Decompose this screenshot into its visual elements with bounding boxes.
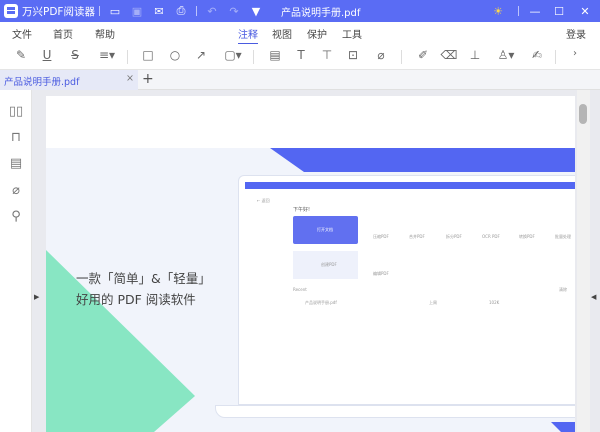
mock-greeting: 下午好! bbox=[293, 207, 311, 213]
folder-icon[interactable]: ▭ bbox=[104, 5, 126, 18]
dropdown-icon[interactable]: ▼ bbox=[245, 5, 267, 18]
expand-panel-icon[interactable]: ▶ bbox=[34, 293, 39, 301]
document-title: 产品说明手册.pdf bbox=[280, 7, 361, 19]
mock-tool: 拆分PDF bbox=[446, 234, 462, 239]
highlight-icon[interactable]: ✎ bbox=[12, 48, 30, 62]
underline-icon[interactable]: U bbox=[38, 48, 56, 62]
line-style-icon[interactable]: ≡▾ bbox=[94, 48, 120, 62]
laptop-base bbox=[215, 405, 575, 418]
mock-tool: OCR PDF bbox=[482, 234, 500, 239]
comment-icon[interactable]: ▤ bbox=[266, 48, 284, 62]
theme-sun-icon[interactable]: ☀ bbox=[487, 5, 509, 18]
mock-create: 创建PDF bbox=[321, 262, 337, 267]
app-logo-icon bbox=[4, 4, 18, 18]
app-name: 万兴PDF阅读器 bbox=[22, 5, 95, 18]
mock-open: 打开文档 bbox=[317, 227, 333, 232]
tab-view[interactable]: 视图 bbox=[272, 26, 292, 41]
rectangle-icon[interactable]: □ bbox=[139, 48, 157, 62]
eraser-icon[interactable]: ⌫ bbox=[440, 48, 458, 62]
menu-home[interactable]: 首页 bbox=[53, 26, 73, 41]
document-tab-bar: 产品说明手册.pdf × + bbox=[0, 70, 600, 90]
annotation-toolbar: ✎ U S ≡▾ □ ○ ↗ ▢▾ ▤ T ⊤ ⊡ ⌀ ✐ ⌫ ⊥ ♙▾ ✍ › bbox=[0, 44, 600, 70]
arrow-icon[interactable]: ↗ bbox=[192, 48, 210, 62]
search-icon[interactable]: ⚲ bbox=[8, 209, 24, 224]
menu-file[interactable]: 文件 bbox=[12, 26, 32, 41]
menu-bar: 文件 首页 帮助 注释 视图 保护 工具 登录 bbox=[0, 22, 600, 45]
undo-icon[interactable]: ↶ bbox=[201, 5, 223, 18]
attachment-icon[interactable]: ⌀ bbox=[372, 48, 390, 62]
thumbnails-icon[interactable]: ▯▯ bbox=[8, 104, 24, 119]
tab-tools[interactable]: 工具 bbox=[342, 26, 362, 41]
mock-tool: 合并PDF bbox=[409, 234, 425, 239]
mock-edit: 编辑PDF bbox=[373, 271, 389, 276]
title-bar: 万兴PDF阅读器 ▭ ▣ ✉ ⎙ ↶ ↷ ▼ 产品说明手册.pdf ☀ — ☐ … bbox=[0, 0, 600, 22]
textbox-icon[interactable]: ⊤ bbox=[318, 48, 336, 62]
left-sidebar: ▯▯ ⊓ ▤ ⌀ ⚲ bbox=[0, 90, 32, 432]
mail-icon[interactable]: ✉ bbox=[148, 5, 170, 18]
add-tab-icon[interactable]: + bbox=[142, 71, 154, 87]
more-tools-icon[interactable]: › bbox=[566, 48, 584, 59]
tab-protect[interactable]: 保护 bbox=[307, 26, 327, 41]
mock-recent: Recent bbox=[293, 287, 307, 292]
mock-tool: 转换PDF bbox=[519, 234, 535, 239]
text-icon[interactable]: T bbox=[292, 48, 310, 62]
comments-icon[interactable]: ▤ bbox=[8, 156, 24, 171]
mock-clear: 清除 bbox=[559, 287, 567, 292]
signature-icon[interactable]: ♙▾ bbox=[494, 48, 518, 62]
blue-shape bbox=[270, 148, 575, 172]
login-button[interactable]: 登录 bbox=[566, 26, 586, 41]
scrollbar-thumb[interactable] bbox=[579, 104, 587, 124]
print-icon[interactable]: ⎙ bbox=[170, 4, 192, 18]
laptop-mockup: ← 返回 下午好! 打开文档 创建PDF 压缩PDF 合并PDF 拆分PDF O… bbox=[238, 175, 575, 405]
mock-when: 上周 bbox=[429, 300, 437, 305]
document-tab[interactable]: 产品说明手册.pdf × bbox=[0, 70, 138, 90]
headline-line1: 一款「简单」&「轻量」 bbox=[76, 271, 211, 286]
save-icon[interactable]: ▣ bbox=[126, 5, 148, 18]
bookmark-icon[interactable]: ⊓ bbox=[8, 130, 24, 145]
collapse-right-panel-icon[interactable]: ◀ bbox=[591, 293, 596, 301]
mock-size: 102K bbox=[489, 300, 500, 305]
mock-tool: 压缩PDF bbox=[373, 234, 389, 239]
shape-dropdown-icon[interactable]: ▢▾ bbox=[220, 48, 246, 62]
pencil-icon[interactable]: ✐ bbox=[414, 48, 432, 62]
stamp-icon[interactable]: ⊥ bbox=[466, 48, 484, 62]
vertical-scrollbar[interactable] bbox=[577, 90, 590, 432]
ellipse-icon[interactable]: ○ bbox=[166, 48, 184, 62]
maximize-icon[interactable]: ☐ bbox=[548, 5, 570, 18]
callout-icon[interactable]: ⊡ bbox=[344, 48, 362, 62]
mock-tool: 批量处理 bbox=[555, 234, 571, 239]
redo-icon[interactable]: ↷ bbox=[223, 5, 245, 18]
blue-corner bbox=[551, 422, 575, 432]
mock-file: 产品说明手册.pdf bbox=[305, 300, 337, 305]
attachments-icon[interactable]: ⌀ bbox=[8, 183, 24, 198]
minimize-icon[interactable]: — bbox=[524, 5, 546, 18]
tab-annotate[interactable]: 注释 bbox=[238, 26, 258, 45]
tab-label: 产品说明手册.pdf bbox=[4, 77, 80, 88]
mock-back: ← 返回 bbox=[257, 198, 270, 203]
headline-line2: 好用的 PDF 阅读软件 bbox=[76, 292, 196, 307]
close-icon[interactable]: ✕ bbox=[574, 5, 596, 18]
menu-help[interactable]: 帮助 bbox=[95, 26, 115, 41]
strikethrough-icon[interactable]: S bbox=[66, 48, 84, 62]
pdf-page: 一款「简单」&「轻量」 好用的 PDF 阅读软件 ← 返回 下午好! 打开文档 … bbox=[46, 96, 575, 432]
tab-close-icon[interactable]: × bbox=[126, 73, 134, 84]
sign-pen-icon[interactable]: ✍ bbox=[528, 48, 546, 62]
